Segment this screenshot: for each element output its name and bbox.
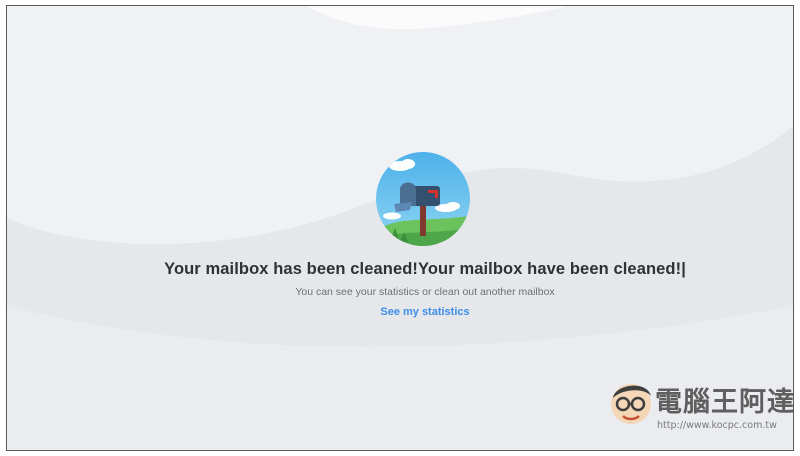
watermark: 電腦王阿達 http://www.kocpc.com.tw — [605, 374, 794, 440]
mailbox-icon — [376, 152, 470, 246]
see-statistics-link[interactable]: See my statistics — [340, 306, 510, 318]
success-headline: Your mailbox has been cleaned!Your mailb… — [164, 260, 686, 278]
watermark-url: http://www.kocpc.com.tw — [657, 420, 777, 431]
app-window: Your mailbox has been cleaned!Your mailb… — [6, 5, 794, 451]
success-subtext: You can see your statistics or clean out… — [295, 286, 555, 298]
mascot-face-icon — [611, 384, 651, 424]
watermark-title: 電腦王阿達 — [655, 387, 794, 418]
